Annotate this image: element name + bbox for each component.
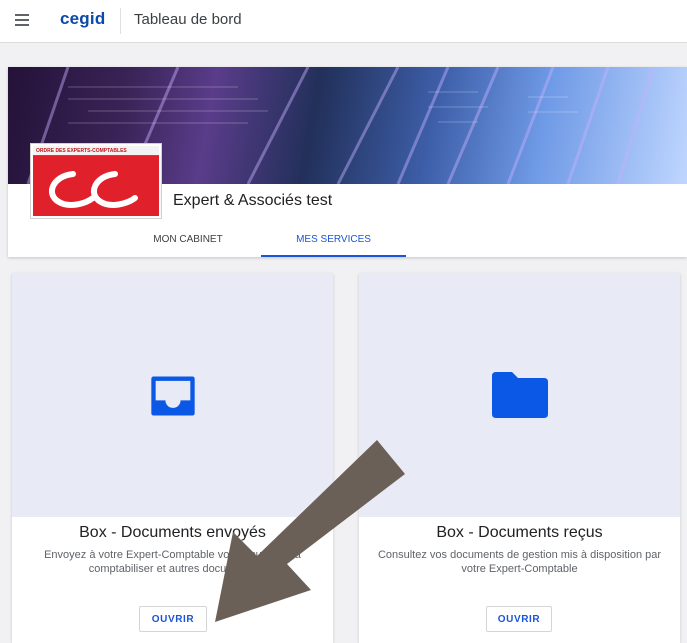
annotation-arrow-icon <box>215 440 405 622</box>
open-button[interactable]: OUVRIR <box>486 606 552 632</box>
cegid-logo[interactable]: cegid <box>60 9 105 29</box>
inbox-tray-icon <box>151 376 195 416</box>
tab-mes-services[interactable]: MES SERVICES <box>261 233 406 257</box>
open-button[interactable]: OUVRIR <box>139 606 207 632</box>
company-name: Expert & Associés test <box>173 192 333 209</box>
tab-mon-cabinet[interactable]: MON CABINET <box>128 233 248 257</box>
page-title: Tableau de bord <box>134 11 242 28</box>
hamburger-menu-icon[interactable] <box>15 14 29 26</box>
organization-logo: ORDRE DES EXPERTS-COMPTABLES <box>30 143 162 219</box>
folder-icon <box>492 372 548 418</box>
company-header-card: ORDRE DES EXPERTS-COMPTABLES Expert & As… <box>8 67 687 257</box>
logo-swirl-icon <box>49 171 138 208</box>
divider <box>120 8 121 34</box>
logo-mark: ORDRE DES EXPERTS-COMPTABLES <box>33 146 159 216</box>
top-app-bar: cegid Tableau de bord <box>0 0 687 43</box>
